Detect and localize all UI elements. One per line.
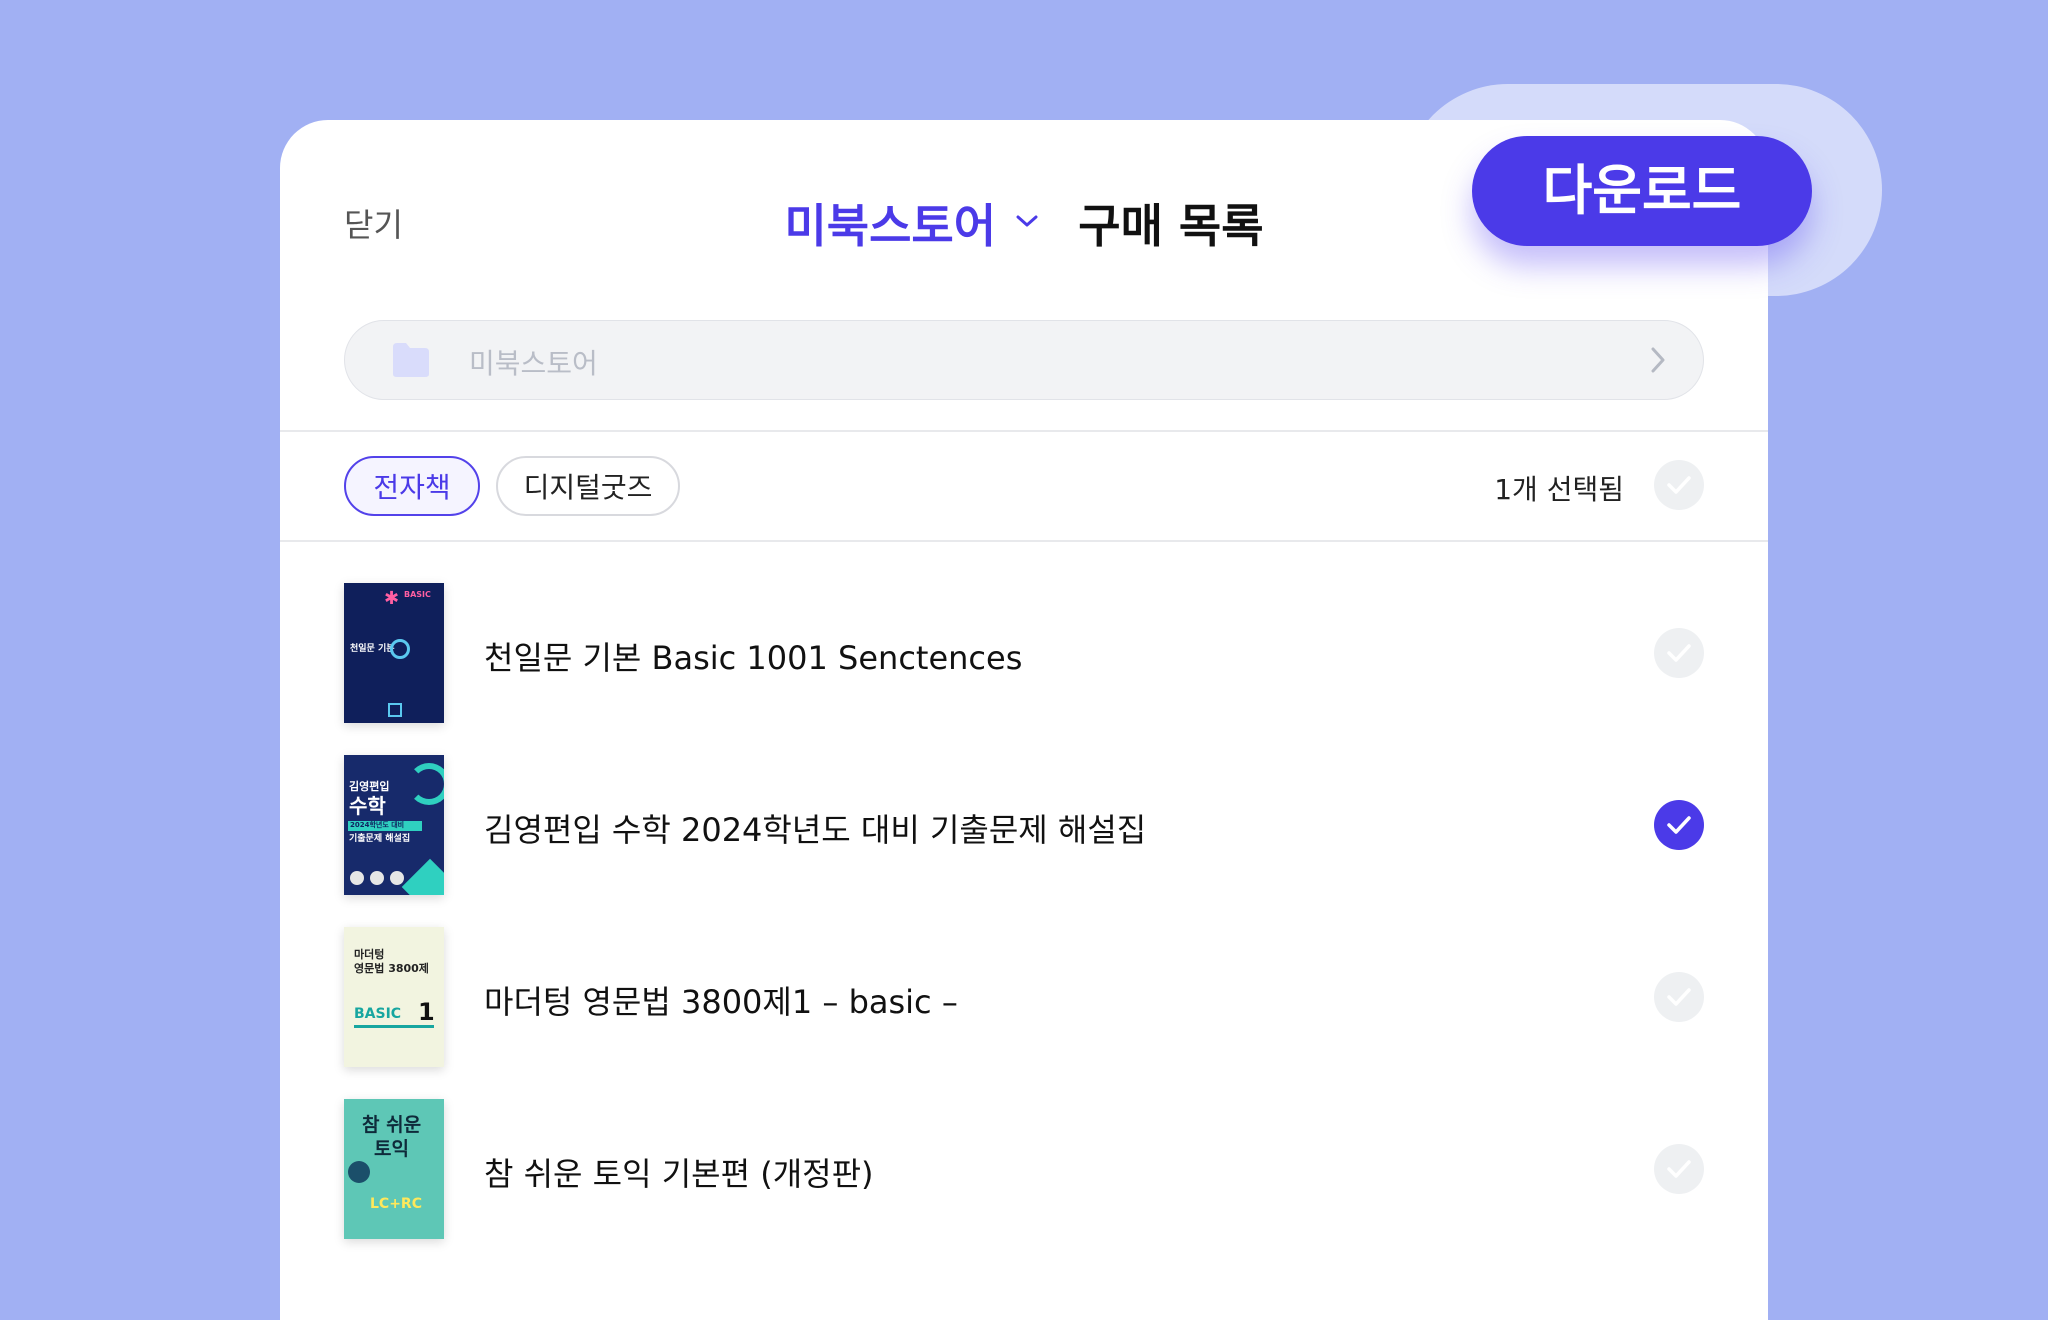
- ring-icon: [390, 639, 410, 659]
- item-title: 참 쉬운 토익 기본편 (개정판): [484, 1155, 874, 1193]
- folder-path-bar[interactable]: 미북스토어: [344, 320, 1704, 400]
- folder-icon: [391, 341, 431, 383]
- list-item[interactable]: 김영편입 수학 2024학년도 대비 기출문제 해설집 김영편입 수학 2024…: [280, 755, 1768, 897]
- folder-path-text: 미북스토어: [469, 347, 598, 380]
- asterisk-icon: ✱: [384, 588, 400, 609]
- purchase-list-panel: 닫기 미북스토어 구매 목록 미북스토어 전자책 디지털굿즈 1개 선택됨 ✱ …: [280, 120, 1768, 1320]
- chevron-right-icon: [1649, 345, 1667, 379]
- item-checkbox[interactable]: [1654, 972, 1704, 1022]
- tab-ebooks[interactable]: 전자책: [344, 456, 480, 516]
- square-icon: [388, 703, 402, 717]
- page-title: 구매 목록: [1078, 199, 1264, 253]
- book-cover: ✱ BASIC 천일문 기본: [344, 583, 444, 723]
- book-cover: 김영편입 수학 2024학년도 대비 기출문제 해설집: [344, 755, 444, 895]
- item-title: 김영편입 수학 2024학년도 대비 기출문제 해설집: [484, 811, 1147, 849]
- book-cover: 마더텅 영문법 3800제 BASIC 1: [344, 927, 444, 1067]
- list-item[interactable]: 마더텅 영문법 3800제 BASIC 1 마더텅 영문법 3800제1 – b…: [280, 927, 1768, 1069]
- download-button[interactable]: 다운로드: [1472, 136, 1812, 246]
- divider: [280, 430, 1768, 432]
- item-title: 마더텅 영문법 3800제1 – basic –: [484, 983, 958, 1021]
- item-checkbox[interactable]: [1654, 800, 1704, 850]
- store-selector[interactable]: 미북스토어: [784, 190, 996, 256]
- selection-count: 1개 선택됨: [1494, 473, 1624, 506]
- divider: [280, 540, 1768, 542]
- book-cover: 참 쉬운 토익 LC+RC: [344, 1099, 444, 1239]
- item-title: 천일문 기본 Basic 1001 Senctences: [484, 639, 1023, 677]
- select-all-checkbox[interactable]: [1654, 460, 1704, 510]
- item-checkbox[interactable]: [1654, 628, 1704, 678]
- item-checkbox[interactable]: [1654, 1144, 1704, 1194]
- swirl-icon: [408, 763, 444, 805]
- chevron-down-icon[interactable]: [1015, 213, 1039, 233]
- list-item[interactable]: 참 쉬운 토익 LC+RC 참 쉬운 토익 기본편 (개정판): [280, 1099, 1768, 1241]
- tab-digital-goods[interactable]: 디지털굿즈: [496, 456, 680, 516]
- list-item[interactable]: ✱ BASIC 천일문 기본 천일문 기본 Basic 1001 Sencten…: [280, 583, 1768, 725]
